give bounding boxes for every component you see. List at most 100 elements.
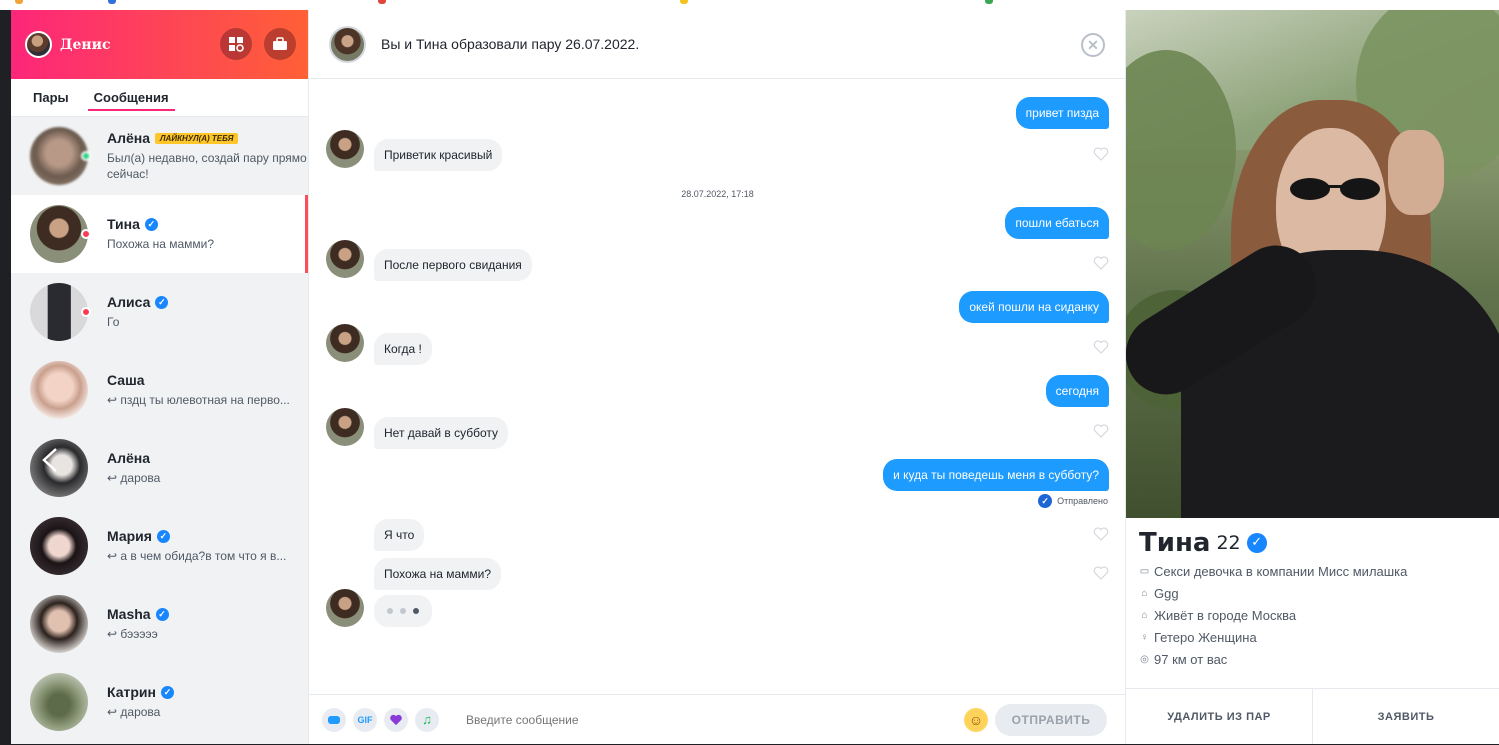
location-icon: ◎ [1140,654,1149,665]
avatar[interactable] [326,240,364,278]
conversation-item[interactable]: Саша ↩ пздц ты юлевотная на перво... [11,351,308,429]
sidebar-tabs: Пары Сообщения [11,79,308,117]
profile-actions: УДАЛИТЬ ИЗ ПАР ЗАЯВИТЬ [1126,688,1499,744]
message-incoming: Нет давай в субботу [374,417,509,449]
heart-icon[interactable] [1093,147,1109,161]
profile-detail-distance: ◎ 97 км от вас [1139,652,1486,668]
close-icon[interactable]: ✕ [1081,33,1105,57]
music-note-icon: ♫ [422,712,432,727]
music-button[interactable]: ♫ [415,707,439,732]
conversation-preview: Го [107,315,120,329]
school-icon: ⌂ [1141,588,1148,599]
profile-name: Тина [1139,528,1211,558]
message-outgoing: и куда ты поведешь меня в субботу? [883,459,1109,491]
my-name[interactable]: Денис [60,37,111,53]
avatar [30,517,88,575]
sidebar-header: Денис [11,10,308,79]
profile-detail-text: Секси девочка в компании Мисс милашка [1154,564,1408,579]
unmatch-button[interactable]: УДАЛИТЬ ИЗ ПАР [1126,689,1313,744]
conversation-preview: Был(а) недавно, создай пару прямо сейчас… [107,151,307,181]
conversation-preview: ↩ бэээээ [107,627,158,641]
message-outgoing: сегодня [1045,375,1109,407]
conversation-item-selected[interactable]: Тина ✓ Похожа на мамми? [11,195,308,273]
tab-matches[interactable]: Пары [33,90,69,105]
message-incoming: Я что [374,519,425,551]
app-window: Денис Пары Сообщения Алёна ЛАЙКНУЛ(А) ТЕБ… [11,10,1499,744]
avatar[interactable] [326,589,364,627]
emoji-icon[interactable]: ☺ [964,708,988,732]
match-avatar[interactable] [329,25,366,63]
verified-icon: ✓ [1246,533,1267,553]
message-outgoing: окей пошли на сиданку [959,291,1109,323]
message-outgoing: пошли ебаться [1005,207,1109,239]
message-incoming: Приветик красивый [374,139,503,171]
avatar [30,361,88,419]
verified-icon: ✓ [160,685,174,699]
heart-icon[interactable] [1093,527,1109,541]
conversation-item[interactable]: Мария ✓ ↩ а в чем обида?в том что я в... [11,507,308,585]
avatar[interactable] [326,408,364,446]
my-avatar[interactable] [25,31,52,58]
heart-sticker-icon [390,714,402,725]
message-incoming: После первого свидания [374,249,532,281]
avatar [30,595,88,653]
gif-button[interactable]: GIF [353,707,377,732]
online-indicator [81,151,91,161]
profile-panel: Тина 22 ✓ ▭ Секси девочка в компании Мисс м… [1126,10,1499,744]
tab-messages[interactable]: Сообщения [87,90,175,111]
conversation-name: Алёна [107,130,151,146]
job-icon: ▭ [1139,566,1150,577]
profile-detail-text: Живёт в городе Москва [1154,608,1297,623]
heart-icon[interactable] [1093,340,1109,354]
match-title: Вы и Тина образовали пару 26.07.2022. [381,36,640,52]
message-incoming: Когда ! [374,333,432,365]
avatar [30,283,91,341]
conversation-preview: ↩ дарова [107,705,161,719]
conversation-name: Алёна [107,450,151,466]
message-incoming: Похожа на мамми? [374,558,502,590]
sent-status-label: Отправлено [1057,496,1108,506]
chevron-left-icon[interactable] [41,447,59,473]
conversation-name: Мария [107,528,152,544]
conversation-item[interactable]: Алёна ЛАЙКНУЛ(А) ТЕБЯ Был(а) недавно, соз… [11,117,308,195]
message-timestamp: 28.07.2022, 17:18 [681,189,754,199]
typing-indicator [374,595,432,627]
message-composer: GIF ♫ ☺ ОТПРАВИТЬ [309,694,1126,744]
sticker-icon [328,715,340,724]
conversation-preview: ↩ дарова [107,471,161,485]
conversation-list: Алёна ЛАЙКНУЛ(А) ТЕБЯ Был(а) недавно, соз… [11,117,308,744]
heart-icon[interactable] [1093,424,1109,438]
sticker-pack-button[interactable] [384,707,408,732]
briefcase-button[interactable] [264,28,296,60]
profile-detail-text: Ggg [1154,586,1179,601]
avatar [30,439,88,497]
explore-button[interactable] [220,28,252,60]
avatar [30,205,91,263]
explore-icon [229,37,244,52]
conversation-preview: Похожа на мамми? [107,237,215,251]
conversation-preview: ↩ пздц ты юлевотная на перво... [107,393,290,407]
browser-bookmark-strip [0,0,1499,10]
conversation-name: Катрин [107,684,156,700]
profile-age: 22 [1216,532,1241,554]
verified-icon: ✓ [155,607,169,621]
heart-icon[interactable] [1093,256,1109,270]
home-icon: ⌂ [1141,610,1148,621]
avatar[interactable] [326,324,364,362]
liked-you-badge: ЛАЙКНУЛ(А) ТЕБЯ [155,132,239,144]
report-button[interactable]: ЗАЯВИТЬ [1313,689,1499,744]
unread-indicator [81,307,91,317]
conversation-item[interactable]: Masha ✓ ↩ бэээээ [11,585,308,663]
conversation-name: Алиса [107,294,151,310]
sent-check-icon: ✓ [1038,494,1053,508]
send-button[interactable]: ОТПРАВИТЬ [995,704,1107,736]
message-thread: привет пизда Приветик красивый 28.07.202… [309,80,1126,694]
profile-photo[interactable] [1126,10,1499,518]
avatar[interactable] [326,130,364,168]
sticker-button[interactable] [322,707,346,732]
heart-icon[interactable] [1093,566,1109,580]
conversation-item[interactable]: Алиса ✓ Го [11,273,308,351]
avatar [30,673,88,731]
message-input[interactable] [466,712,946,727]
conversation-item[interactable]: Катрин ✓ ↩ дарова [11,663,308,741]
